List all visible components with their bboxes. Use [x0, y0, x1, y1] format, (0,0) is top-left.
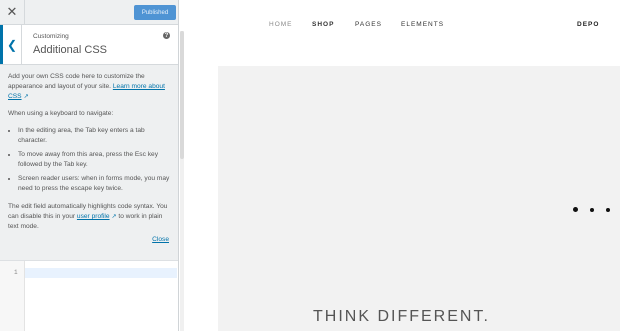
list-item: Screen reader users: when in forms mode,… — [18, 174, 170, 194]
keyboard-heading: When using a keyboard to navigate: — [8, 110, 114, 117]
slider-dot[interactable] — [590, 208, 594, 212]
close-customizer-button[interactable]: ✕ — [0, 0, 25, 24]
customizer-sidebar: ✕ Published ❮ Customizing Additional CSS… — [0, 0, 179, 331]
customizer-topbar: ✕ Published — [0, 0, 178, 25]
nav-shop-link[interactable]: SHOP — [312, 21, 334, 28]
list-item: To move away from this area, press the E… — [18, 150, 170, 170]
active-editor-line[interactable] — [25, 268, 177, 278]
editor-gutter: 1 — [0, 261, 25, 331]
published-button[interactable]: Published — [134, 5, 176, 20]
hero-banner — [218, 66, 620, 331]
help-icon[interactable]: ? — [163, 32, 170, 39]
section-header: ❮ Customizing Additional CSS ? — [0, 25, 178, 65]
site-logo[interactable]: DEPO — [577, 21, 599, 28]
hero-tagline: THINK DIFFERENT. — [313, 308, 490, 325]
chevron-left-icon: ❮ — [6, 37, 18, 52]
close-icon: ✕ — [6, 4, 18, 19]
description-panel: Add your own CSS code here to customize … — [8, 72, 170, 239]
nav-elements-link[interactable]: ELEMENTS — [401, 21, 444, 28]
line-number: 1 — [14, 269, 18, 276]
nav-pages-link[interactable]: PAGES — [355, 21, 382, 28]
intro-paragraph: Add your own CSS code here to customize … — [8, 72, 170, 102]
css-code-editor[interactable]: 1 — [0, 260, 178, 331]
keyboard-tips-list: In the editing area, the Tab key enters … — [8, 126, 170, 194]
external-link-icon: ↗ — [111, 214, 117, 220]
site-navigation: HOME SHOP PAGES ELEMENTS DEPO — [185, 0, 620, 66]
nav-home-link[interactable]: HOME — [269, 21, 293, 28]
breadcrumb: Customizing — [33, 33, 69, 40]
site-preview: HOME SHOP PAGES ELEMENTS DEPO THINK DIFF… — [185, 0, 620, 331]
close-description-link[interactable]: Close — [152, 236, 169, 243]
slider-dot[interactable] — [573, 207, 578, 212]
sidebar-scrollbar-thumb[interactable] — [180, 31, 184, 159]
external-link-icon: ↗ — [23, 94, 29, 100]
user-profile-link[interactable]: user profile — [77, 213, 110, 220]
section-title: Additional CSS — [33, 44, 107, 56]
slider-dot[interactable] — [606, 208, 610, 212]
list-item: In the editing area, the Tab key enters … — [18, 126, 170, 146]
syntax-paragraph: The edit field automatically highlights … — [8, 202, 170, 232]
back-button[interactable]: ❮ — [0, 25, 22, 64]
